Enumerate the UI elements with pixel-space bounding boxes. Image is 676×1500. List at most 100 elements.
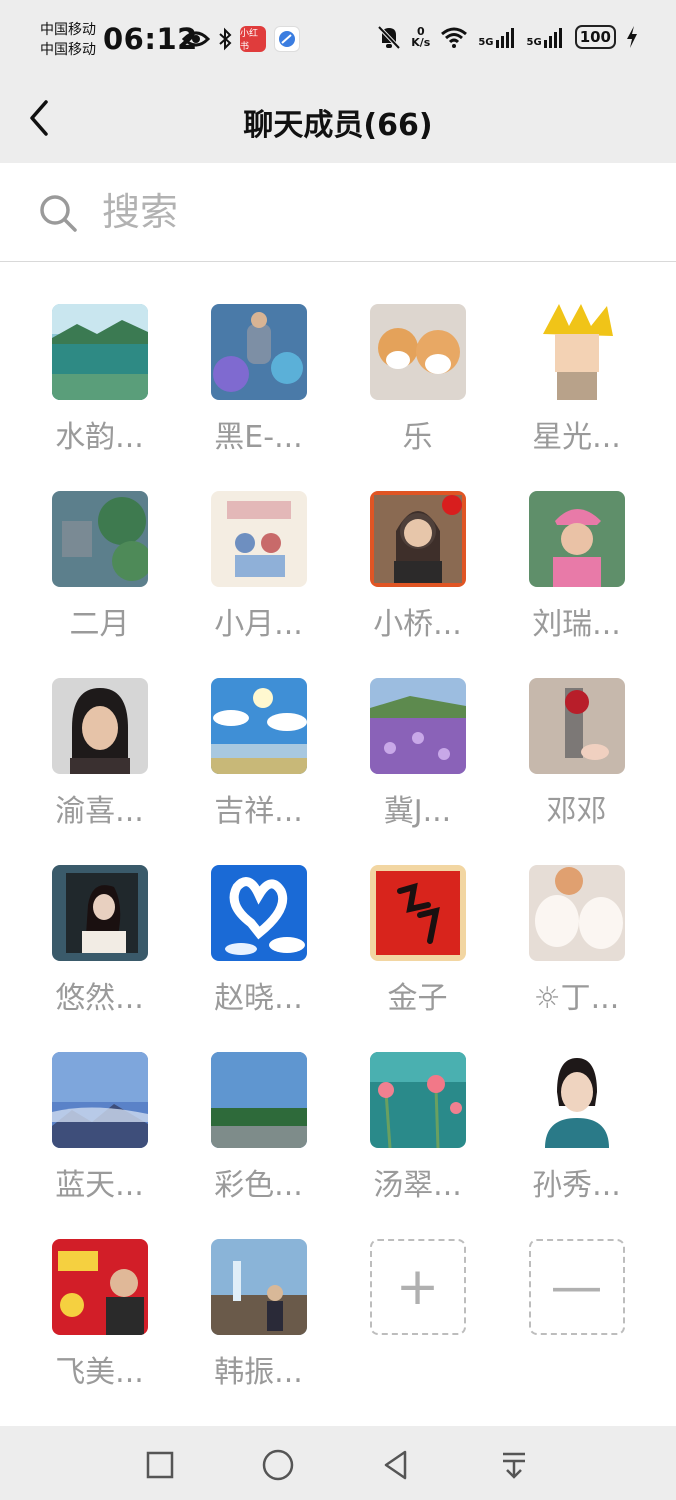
member-item[interactable]: 汤翠... xyxy=(338,1038,497,1225)
member-item[interactable]: ☼丁... xyxy=(497,851,656,1038)
member-item[interactable]: 水韵... xyxy=(20,290,179,477)
member-name: 金子 xyxy=(387,981,448,1016)
member-name: 汤翠... xyxy=(373,1168,462,1203)
home-button[interactable] xyxy=(260,1447,296,1483)
member-name: 乐 xyxy=(402,420,433,455)
search-bar xyxy=(0,163,676,262)
member-item[interactable]: 彩色... xyxy=(179,1038,338,1225)
member-name: 彩色... xyxy=(214,1168,303,1203)
member-item[interactable]: 渝喜... xyxy=(20,664,179,851)
signal-2: 5G xyxy=(527,26,565,48)
member-item[interactable]: 飞美... xyxy=(20,1225,179,1412)
member-item[interactable]: 悠然... xyxy=(20,851,179,1038)
square-icon xyxy=(146,1451,174,1479)
avatar xyxy=(210,865,307,961)
recent-apps-button[interactable] xyxy=(142,1447,178,1483)
signal-1-label: 5G xyxy=(478,37,494,48)
net-speed-unit: K/s xyxy=(411,36,431,49)
member-list: 水韵... 黑E-... 乐 星光... 二月 小月... 小桥... 刘瑞..… xyxy=(0,262,676,1426)
avatar xyxy=(369,865,466,961)
member-name: 小月... xyxy=(214,607,303,642)
member-item[interactable]: 金子 xyxy=(338,851,497,1038)
member-name: 悠然... xyxy=(55,981,144,1016)
status-icons-right: 0 K/s 5G 5G 100 xyxy=(377,24,638,50)
avatar xyxy=(528,304,625,400)
avatar xyxy=(51,678,148,774)
avatar xyxy=(51,304,148,400)
page-title: 聊天成员(66) xyxy=(243,108,433,143)
member-name: 二月 xyxy=(69,607,130,642)
add-member-button[interactable]: + xyxy=(369,1239,466,1335)
page-header: 聊天成员(66) xyxy=(0,82,676,162)
avatar xyxy=(369,1052,466,1148)
remove-member-button[interactable]: — xyxy=(528,1239,625,1335)
browser-app-icon xyxy=(274,26,300,52)
back-nav-button[interactable] xyxy=(378,1447,414,1483)
avatar xyxy=(528,491,625,587)
member-name: 吉祥... xyxy=(214,794,303,829)
avatar xyxy=(528,1052,625,1148)
avatar xyxy=(369,491,466,587)
carrier-labels: 中国移动 中国移动 xyxy=(40,20,96,60)
member-grid: 水韵... 黑E-... 乐 星光... 二月 小月... 小桥... 刘瑞..… xyxy=(20,290,656,1412)
member-item[interactable]: 赵晓... xyxy=(179,851,338,1038)
search-input[interactable] xyxy=(100,187,624,237)
avatar xyxy=(210,678,307,774)
bell-muted-icon xyxy=(377,25,401,50)
member-name: 孙秀... xyxy=(532,1168,621,1203)
triangle-back-icon xyxy=(384,1450,407,1480)
avatar xyxy=(210,304,307,400)
member-name: 小桥... xyxy=(373,607,462,642)
member-item[interactable]: 吉祥... xyxy=(179,664,338,851)
avatar xyxy=(51,491,148,587)
eye-icon xyxy=(182,31,210,47)
avatar xyxy=(528,678,625,774)
menu-down-icon xyxy=(503,1452,525,1479)
member-item[interactable]: 韩振... xyxy=(179,1225,338,1412)
carrier-2: 中国移动 xyxy=(40,42,96,58)
member-item[interactable]: 二月 xyxy=(20,477,179,664)
signal-2-label: 5G xyxy=(526,37,542,48)
xiaohongshu-app-icon: 小红书 xyxy=(240,26,266,52)
plus-icon: + xyxy=(395,1257,440,1317)
status-icons-left: 小红书 xyxy=(182,26,300,52)
member-name: 黑E-... xyxy=(214,420,303,455)
search-icon xyxy=(40,195,77,232)
member-item[interactable]: 孙秀... xyxy=(497,1038,656,1225)
avatar xyxy=(51,1239,148,1335)
member-name: 邓邓 xyxy=(546,794,607,829)
avatar xyxy=(210,1239,307,1335)
member-item[interactable]: 邓邓 xyxy=(497,664,656,851)
member-name: 星光... xyxy=(532,420,621,455)
member-item[interactable]: 蓝天... xyxy=(20,1038,179,1225)
member-name: 渝喜... xyxy=(55,794,144,829)
member-item[interactable]: 小月... xyxy=(179,477,338,664)
member-item[interactable]: 刘瑞... xyxy=(497,477,656,664)
member-name: ☼丁... xyxy=(533,981,620,1016)
minus-icon: — xyxy=(550,1257,603,1317)
system-nav-bar xyxy=(0,1427,676,1500)
notification-pull-button[interactable] xyxy=(496,1447,532,1483)
signal-1: 5G xyxy=(478,26,516,48)
avatar xyxy=(528,865,625,961)
signal-bars-icon xyxy=(495,28,514,48)
avatar xyxy=(210,491,307,587)
member-name: 水韵... xyxy=(55,420,144,455)
charging-bolt-icon xyxy=(627,26,637,48)
avatar xyxy=(369,678,466,774)
signal-bars-icon xyxy=(543,28,562,48)
bluetooth-icon xyxy=(219,27,232,51)
net-speed: 0 K/s xyxy=(411,26,430,48)
avatar xyxy=(210,1052,307,1148)
member-name: 蓝天... xyxy=(55,1168,144,1203)
member-name: 韩振... xyxy=(214,1355,303,1390)
member-item[interactable]: 黑E-... xyxy=(179,290,338,477)
member-item[interactable]: 乐 xyxy=(338,290,497,477)
carrier-1: 中国移动 xyxy=(40,22,96,38)
member-item[interactable]: 冀J... xyxy=(338,664,497,851)
member-item[interactable]: 小桥... xyxy=(338,477,497,664)
member-item[interactable]: 星光... xyxy=(497,290,656,477)
member-name: 冀J... xyxy=(383,794,452,829)
avatar xyxy=(369,304,466,400)
wifi-icon xyxy=(441,27,468,48)
